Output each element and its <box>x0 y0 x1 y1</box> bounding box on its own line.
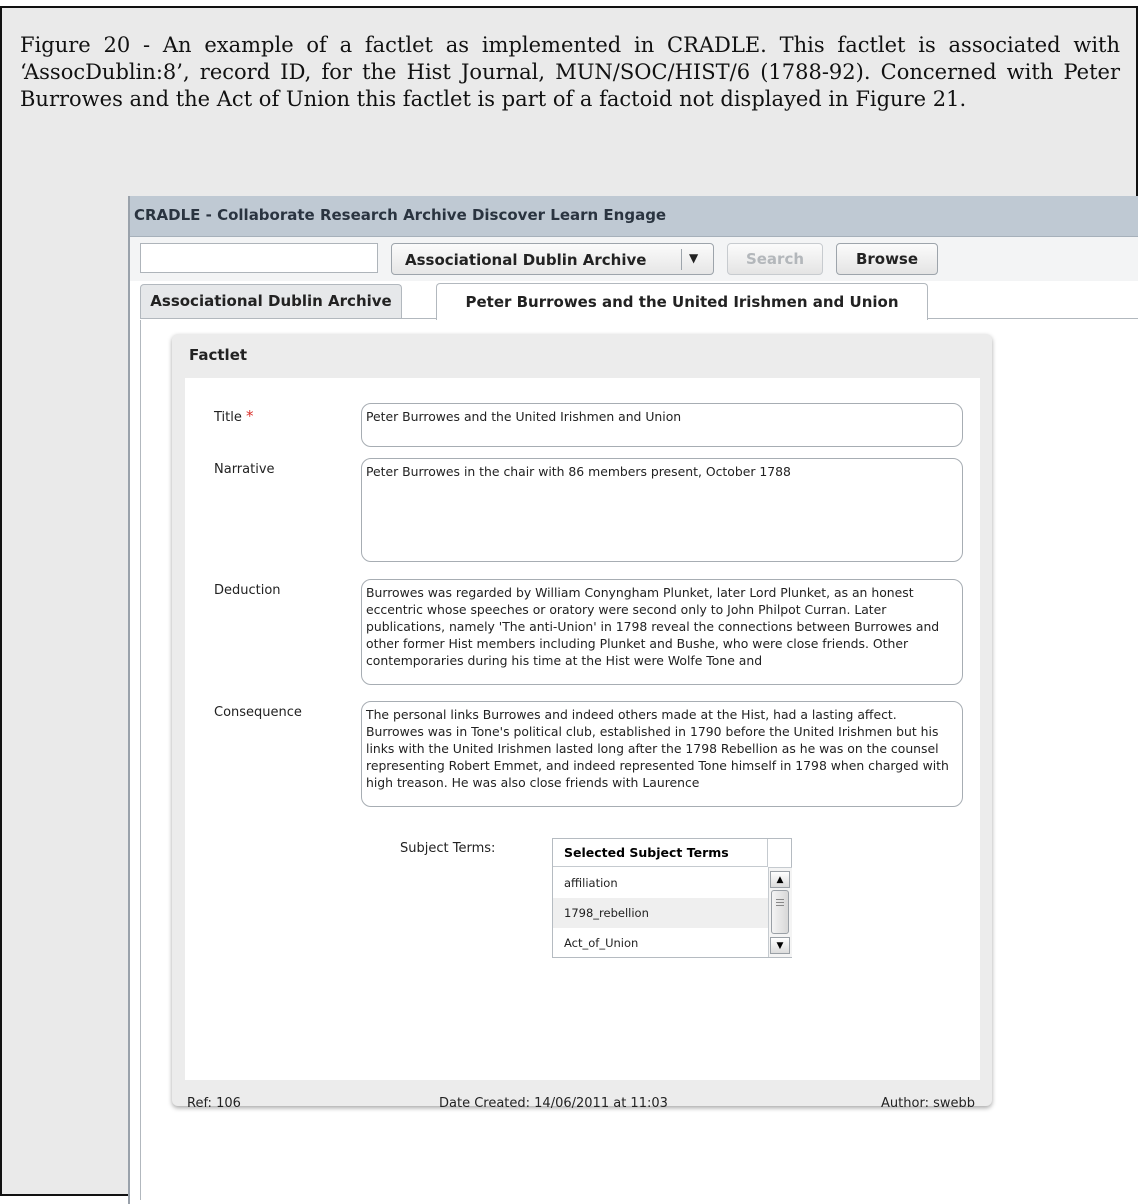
archive-select[interactable]: Associational Dublin Archive ▼ <box>391 243 714 275</box>
app-title-bar: CRADLE - Collaborate Research Archive Di… <box>130 196 1138 237</box>
title-label-text: Title <box>214 410 242 425</box>
select-separator <box>681 249 682 270</box>
figure-frame: Figure 20 - An example of a factlet as i… <box>0 6 1138 1204</box>
required-asterisk-icon: * <box>246 407 254 425</box>
scroll-thumb[interactable] <box>771 890 789 934</box>
search-input[interactable] <box>140 243 378 273</box>
list-item[interactable]: Act_of_Union <box>553 928 768 958</box>
search-button[interactable]: Search <box>727 243 823 275</box>
factlet-heading: Factlet <box>189 346 248 364</box>
figure-caption: Figure 20 - An example of a factlet as i… <box>20 33 1120 111</box>
narrative-field[interactable]: Peter Burrowes in the chair with 86 memb… <box>361 458 963 562</box>
cradle-app-window: CRADLE - Collaborate Research Archive Di… <box>128 196 1138 1204</box>
title-field[interactable]: Peter Burrowes and the United Irishmen a… <box>361 403 963 447</box>
factlet-form: Title * Peter Burrowes and the United Ir… <box>185 378 980 1111</box>
author-label: Author: swebb <box>881 1096 975 1111</box>
list-item[interactable]: 1798_rebellion <box>553 898 768 928</box>
factlet-panel: Factlet Title * Peter Burrowes and the U… <box>172 334 992 1111</box>
archive-select-value: Associational Dublin Archive <box>405 251 647 269</box>
ref-label: Ref: 106 <box>187 1096 241 1111</box>
chevron-down-icon[interactable]: ▼ <box>689 251 698 265</box>
narrative-label: Narrative <box>214 462 275 477</box>
tab-associational-dublin-archive[interactable]: Associational Dublin Archive <box>140 284 402 318</box>
scroll-down-icon[interactable]: ▼ <box>770 937 790 954</box>
title-label: Title * <box>214 407 254 425</box>
grip-line <box>776 902 784 903</box>
consequence-label: Consequence <box>214 705 302 720</box>
browse-button[interactable]: Browse <box>836 243 938 275</box>
app-title: CRADLE - Collaborate Research Archive Di… <box>134 206 667 224</box>
date-created-label: Date Created: 14/06/2011 at 11:03 <box>439 1096 668 1111</box>
deduction-label: Deduction <box>214 583 281 598</box>
consequence-field[interactable]: The personal links Burrowes and indeed o… <box>361 701 963 807</box>
grip-line <box>776 899 784 900</box>
scroll-up-icon[interactable]: ▲ <box>770 871 790 888</box>
subject-terms-table: Selected Subject Terms affiliation 1798_… <box>552 838 792 958</box>
tab-bar: Associational Dublin Archive Peter Burro… <box>130 282 1138 320</box>
content-left-border <box>140 320 141 1200</box>
tab-factlet-record[interactable]: Peter Burrowes and the United Irishmen a… <box>436 283 928 320</box>
grip-line <box>776 905 784 906</box>
list-item[interactable]: affiliation <box>553 868 768 898</box>
subject-terms-scrollbar[interactable]: ▲ ▼ <box>768 868 792 957</box>
subject-terms-label: Subject Terms: <box>400 841 496 856</box>
subject-terms-header: Selected Subject Terms <box>553 839 768 867</box>
deduction-field[interactable]: Burrowes was regarded by William Conyngh… <box>361 579 963 685</box>
subject-terms-header-filler <box>768 839 792 868</box>
search-toolbar: Associational Dublin Archive ▼ Search Br… <box>130 237 1138 281</box>
